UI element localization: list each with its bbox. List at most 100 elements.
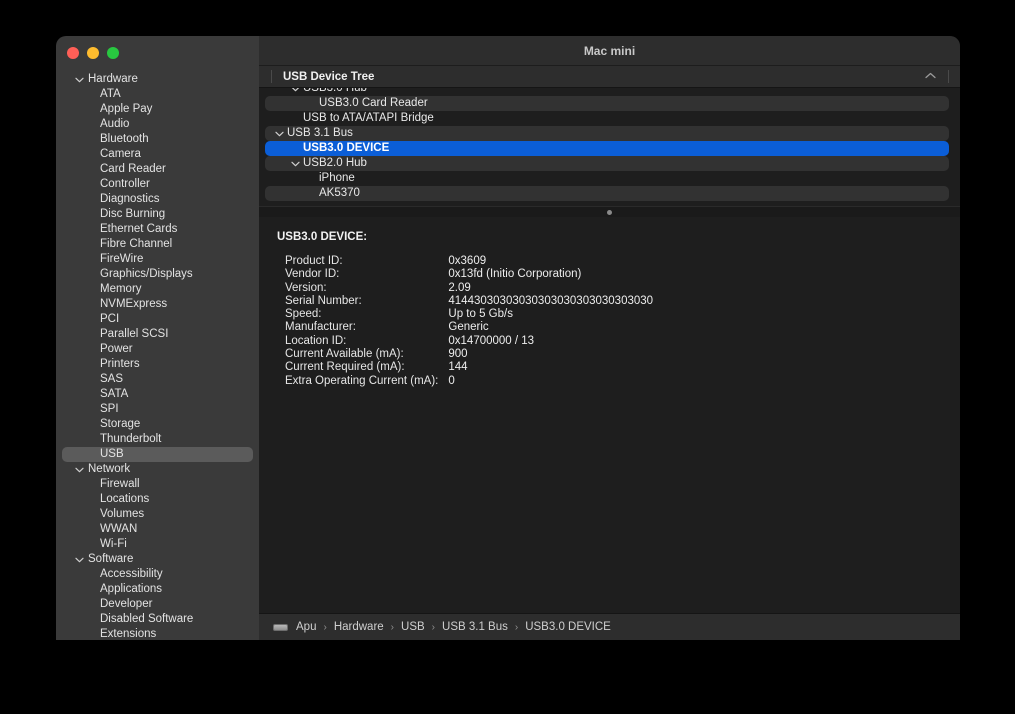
sidebar-item-label: Bluetooth — [100, 132, 149, 147]
sidebar-item-volumes[interactable]: Volumes — [62, 507, 253, 522]
sidebar-item-ethernet-cards[interactable]: Ethernet Cards — [62, 222, 253, 237]
detail-title: USB3.0 DEVICE: — [277, 231, 960, 243]
sidebar-group-hardware[interactable]: Hardware — [62, 72, 253, 87]
sidebar-item-card-reader[interactable]: Card Reader — [62, 162, 253, 177]
sidebar-item-nvmexpress[interactable]: NVMExpress — [62, 297, 253, 312]
breadcrumb-item-usb3-0-device[interactable]: USB3.0 DEVICE — [525, 621, 611, 633]
usb-device-tree[interactable]: USB3.0 HubUSB3.0 Card ReaderUSB to ATA/A… — [259, 88, 960, 206]
detail-value[interactable]: 0x3609 — [448, 255, 653, 268]
sidebar-item-developer[interactable]: Developer — [62, 597, 253, 612]
tree-column-header[interactable]: USB Device Tree — [259, 66, 960, 88]
sidebar-item-label: Camera — [100, 147, 141, 162]
detail-key: Version: — [285, 282, 448, 295]
chevron-down-icon[interactable] — [73, 72, 85, 87]
tree-row[interactable]: USB3.0 Hub — [265, 88, 949, 96]
chevron-down-icon[interactable] — [73, 462, 85, 477]
sidebar-item-usb[interactable]: USB — [62, 447, 253, 462]
sidebar-item-controller[interactable]: Controller — [62, 177, 253, 192]
sidebar-item-label: Power — [100, 342, 133, 357]
sidebar-item-wi-fi[interactable]: Wi-Fi — [62, 537, 253, 552]
sidebar-item-firewire[interactable]: FireWire — [62, 252, 253, 267]
column-divider-left — [271, 70, 272, 83]
sidebar-item-label: FireWire — [100, 252, 143, 267]
close-button[interactable] — [67, 47, 79, 59]
tree-row-empty[interactable] — [265, 201, 949, 206]
breadcrumb-item-apu[interactable]: Apu — [296, 621, 316, 633]
detail-value[interactable]: 0 — [448, 375, 653, 388]
detail-value[interactable]: Up to 5 Gb/s — [448, 308, 653, 321]
breadcrumb-item-usb-3-1-bus[interactable]: USB 3.1 Bus — [442, 621, 508, 633]
column-divider-right — [948, 70, 949, 83]
sidebar-item-sas[interactable]: SAS — [62, 372, 253, 387]
detail-key: Vendor ID: — [285, 268, 448, 281]
tree-row-label: USB3.0 Card Reader — [265, 96, 428, 111]
sidebar-item-camera[interactable]: Camera — [62, 147, 253, 162]
detail-row: Vendor ID:0x13fd (Initio Corporation) — [285, 268, 653, 281]
detail-value[interactable]: 41443030303030303030303030303030 — [448, 295, 653, 308]
chevron-up-icon[interactable] — [925, 72, 936, 82]
detail-row: Current Required (mA):144 — [285, 361, 653, 374]
sidebar-item-applications[interactable]: Applications — [62, 582, 253, 597]
sidebar-item-sata[interactable]: SATA — [62, 387, 253, 402]
tree-row[interactable]: USB 3.1 Bus — [265, 126, 949, 141]
sidebar-item-graphics-displays[interactable]: Graphics/Displays — [62, 267, 253, 282]
pane-splitter[interactable] — [259, 206, 960, 217]
sidebar-item-label: SAS — [100, 372, 123, 387]
breadcrumb-item-hardware[interactable]: Hardware — [334, 621, 384, 633]
detail-value[interactable]: Generic — [448, 321, 653, 334]
sidebar-item-pci[interactable]: PCI — [62, 312, 253, 327]
tree-row[interactable]: USB to ATA/ATAPI Bridge — [265, 111, 949, 126]
sidebar-item-locations[interactable]: Locations — [62, 492, 253, 507]
tree-row[interactable]: USB3.0 Card Reader — [265, 96, 949, 111]
tree-row[interactable]: AK5370 — [265, 186, 949, 201]
sidebar-item-label: Controller — [100, 177, 150, 192]
sidebar-item-memory[interactable]: Memory — [62, 282, 253, 297]
sidebar-item-power[interactable]: Power — [62, 342, 253, 357]
sidebar-item-thunderbolt[interactable]: Thunderbolt — [62, 432, 253, 447]
detail-value[interactable]: 2.09 — [448, 282, 653, 295]
tree-row-label: AK5370 — [265, 186, 360, 201]
tree-row[interactable]: iPhone — [265, 171, 949, 186]
sidebar-item-label: USB — [100, 447, 124, 462]
sidebar-item-ata[interactable]: ATA — [62, 87, 253, 102]
sidebar-item-parallel-scsi[interactable]: Parallel SCSI — [62, 327, 253, 342]
sidebar-item-disc-burning[interactable]: Disc Burning — [62, 207, 253, 222]
chevron-down-icon[interactable] — [289, 156, 301, 171]
sidebar-item-wwan[interactable]: WWAN — [62, 522, 253, 537]
chevron-down-icon[interactable] — [273, 126, 285, 141]
detail-value[interactable]: 0x14700000 / 13 — [448, 335, 653, 348]
breadcrumb-item-usb[interactable]: USB — [401, 621, 425, 633]
zoom-button[interactable] — [107, 47, 119, 59]
sidebar-item-storage[interactable]: Storage — [62, 417, 253, 432]
sidebar-item-printers[interactable]: Printers — [62, 357, 253, 372]
detail-key: Location ID: — [285, 335, 448, 348]
detail-value[interactable]: 0x13fd (Initio Corporation) — [448, 268, 653, 281]
sidebar-item-apple-pay[interactable]: Apple Pay — [62, 102, 253, 117]
sidebar-item-extensions[interactable]: Extensions — [62, 627, 253, 640]
sidebar-group-software[interactable]: Software — [62, 552, 253, 567]
detail-key: Product ID: — [285, 255, 448, 268]
tree-row[interactable]: USB3.0 DEVICE — [265, 141, 949, 156]
sidebar-item-disabled-software[interactable]: Disabled Software — [62, 612, 253, 627]
tree-row[interactable]: USB2.0 Hub — [265, 156, 949, 171]
sidebar-item-fibre-channel[interactable]: Fibre Channel — [62, 237, 253, 252]
chevron-down-icon[interactable] — [289, 88, 301, 96]
sidebar-item-label: Volumes — [100, 507, 144, 522]
minimize-button[interactable] — [87, 47, 99, 59]
detail-value[interactable]: 144 — [448, 361, 653, 374]
splitter-grip-icon[interactable] — [607, 210, 612, 215]
sidebar-item-bluetooth[interactable]: Bluetooth — [62, 132, 253, 147]
sidebar-group-network[interactable]: Network — [62, 462, 253, 477]
tree-row-label: iPhone — [265, 171, 355, 186]
detail-key: Extra Operating Current (mA): — [285, 375, 448, 388]
detail-properties-table: Product ID:0x3609Vendor ID:0x13fd (Initi… — [285, 255, 653, 388]
sidebar-item-spi[interactable]: SPI — [62, 402, 253, 417]
sidebar-item-audio[interactable]: Audio — [62, 117, 253, 132]
sidebar-item-diagnostics[interactable]: Diagnostics — [62, 192, 253, 207]
sidebar-item-firewall[interactable]: Firewall — [62, 477, 253, 492]
sidebar-item-label: Developer — [100, 597, 152, 612]
chevron-down-icon[interactable] — [73, 552, 85, 567]
detail-value[interactable]: 900 — [448, 348, 653, 361]
sidebar-item-accessibility[interactable]: Accessibility — [62, 567, 253, 582]
detail-row: Current Available (mA):900 — [285, 348, 653, 361]
